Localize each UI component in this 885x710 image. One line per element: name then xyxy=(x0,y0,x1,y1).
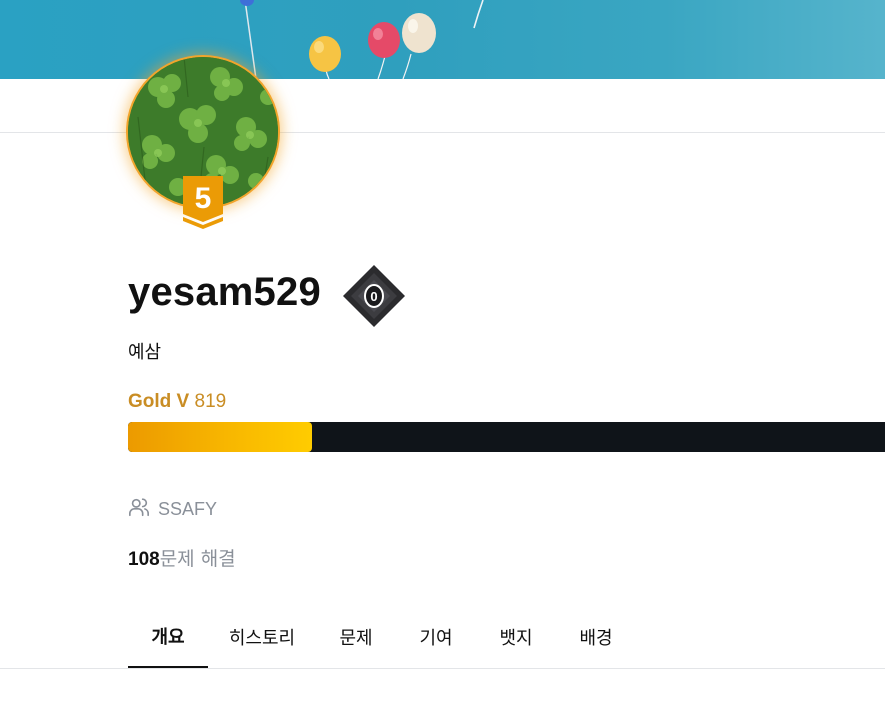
tabs-divider xyxy=(0,668,885,669)
organization-name: SSAFY xyxy=(158,498,218,519)
rating-progress-bar xyxy=(128,422,885,452)
tab-background[interactable]: 배경 xyxy=(556,606,636,668)
tab-contribution[interactable]: 기여 xyxy=(396,606,476,668)
tier-name: Gold V xyxy=(128,391,190,412)
tab-badges[interactable]: 뱃지 xyxy=(476,606,556,668)
organization[interactable]: SSAFY xyxy=(128,496,217,522)
solved-count-label: 문제 해결 xyxy=(159,548,236,570)
rating-summary: Gold V 819 xyxy=(128,390,226,414)
username: yesam529 xyxy=(128,270,321,314)
solved-count-number: 108 xyxy=(128,549,160,570)
tab-history[interactable]: 히스토리 xyxy=(208,606,316,668)
tier-level-number: 5 xyxy=(195,182,212,215)
profile-bio: 예삼 xyxy=(128,342,162,363)
users-icon xyxy=(128,496,150,523)
solved-count: 108문제 해결 xyxy=(128,547,236,572)
tab-problems[interactable]: 문제 xyxy=(316,606,396,668)
tier-level-badge: 5 xyxy=(182,176,224,230)
rating-progress-fill xyxy=(128,422,312,452)
rating-score: 819 xyxy=(194,391,227,412)
tab-overview[interactable]: 개요 xyxy=(128,606,208,668)
rank-badge[interactable]: 0 xyxy=(342,264,406,328)
rank-badge-value: 0 xyxy=(370,289,377,304)
profile-tabs: 개요 히스토리 문제 기여 뱃지 배경 xyxy=(128,606,636,668)
